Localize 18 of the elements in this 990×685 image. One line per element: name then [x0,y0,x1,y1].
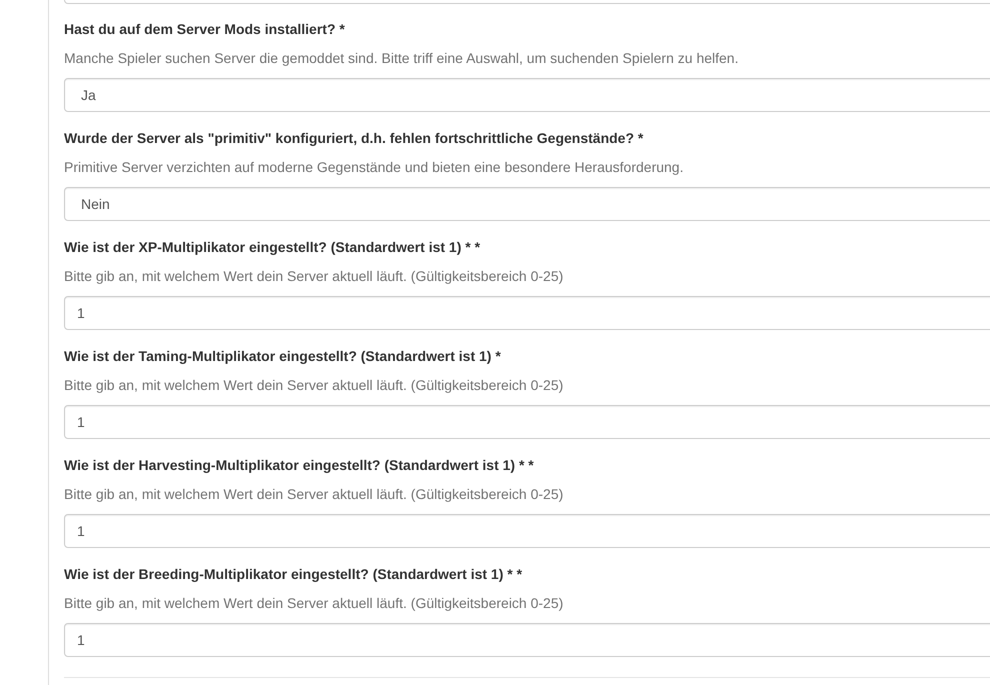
question-label: Wie ist der Harvesting-Multiplikator eingestellt? (Standardwert ist 1) * * [64,456,535,475]
input-field[interactable]: 1 [64,405,990,439]
input-field[interactable]: 1 [64,514,990,548]
help-text: Primitive Server verzichten auf moderne Gegenstände und bieten eine besondere Herausforderung. [64,158,684,177]
input-field[interactable]: 1 [64,296,990,330]
select-field[interactable]: Ja [64,78,990,112]
question-label: Wie ist der Taming-Multiplikator eingestellt? (Standardwert ist 1) * [64,347,502,366]
help-text: Bitte gib an, mit welchem Wert dein Server aktuell läuft. (Gültigkeitsbereich 0-25) [64,376,564,395]
help-text: Bitte gib an, mit welchem Wert dein Server aktuell läuft. (Gültigkeitsbereich 0-25) [64,594,564,613]
question-label: Hast du auf dem Server Mods installiert? * [64,20,346,39]
question-label: Wie ist der XP-Multiplikator eingestellt? (Standardwert ist 1) * * [64,238,482,257]
help-text: Bitte gib an, mit welchem Wert dein Server aktuell läuft. (Gültigkeitsbereich 0-25) [64,267,564,286]
select-field[interactable]: Nein [64,187,990,221]
question-label: Wurde der Server als "primitiv" konfiguriert, d.h. fehlen fortschrittliche Gegenstände? * [64,129,644,148]
help-text: Bitte gib an, mit welchem Wert dein Server aktuell läuft. (Gültigkeitsbereich 0-25) [64,485,564,504]
input-field[interactable]: 1 [64,623,990,657]
question-label: Wie ist der Breeding-Multiplikator eingestellt? (Standardwert ist 1) * * [64,565,524,584]
help-text: Manche Spieler suchen Server die gemoddet sind. Bitte triff eine Auswahl, um suchenden Spielern zu helfen. [64,49,740,68]
